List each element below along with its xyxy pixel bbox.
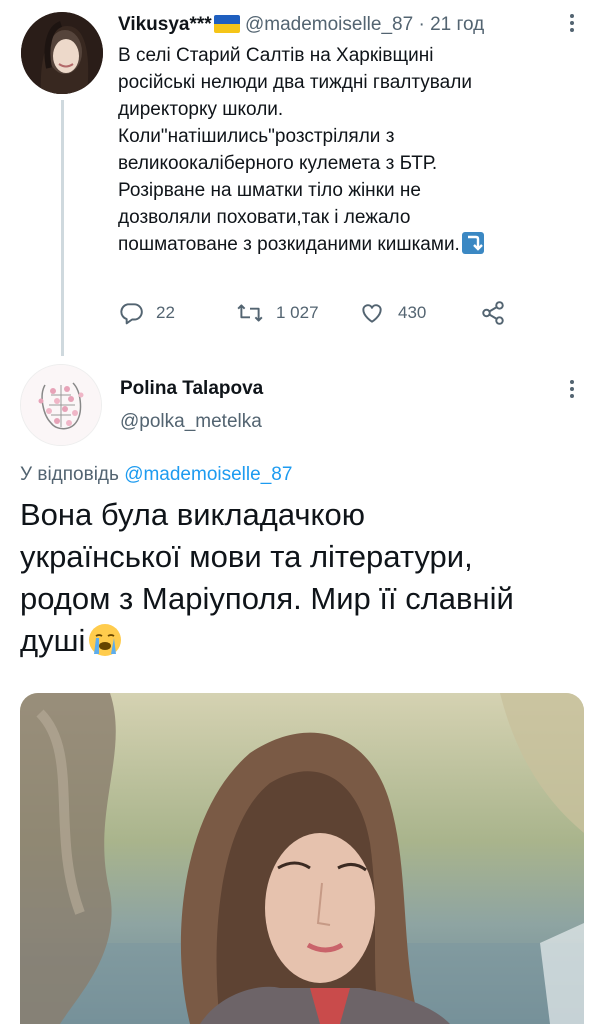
like-button[interactable]: 430	[358, 297, 426, 329]
tweet-header: Vikusya*** @mademoiselle_87 · 21 год	[118, 12, 588, 40]
ukraine-flag-icon	[213, 15, 240, 33]
more-icon[interactable]	[562, 10, 582, 40]
tweet-text-line: В селі Старий Салтів на Харківщині	[118, 45, 434, 66]
user-handle[interactable]: @polka_metelka	[120, 409, 262, 435]
avatar-drawing	[21, 365, 101, 445]
photo-image	[20, 693, 584, 1024]
tweet-photo[interactable]	[20, 693, 584, 1024]
separator-dot: ·	[418, 14, 425, 35]
reply-icon	[120, 303, 143, 325]
share-button[interactable]	[480, 297, 518, 329]
reply-button[interactable]: 22	[118, 297, 175, 329]
tweet-text: В селі Старий Салтів на Харківщині росій…	[118, 42, 588, 258]
tweet-text-line: душі	[20, 623, 86, 658]
tweet-text-line: дозволяли поховати,так і лежало	[118, 207, 411, 228]
reply-count: 22	[156, 303, 175, 322]
arrow-down-emoji-icon	[461, 232, 484, 254]
reply-context: У відповідь @mademoiselle_87	[20, 462, 292, 488]
display-name[interactable]: Polina Talapova	[120, 376, 263, 402]
tweet-text: Вона була викладачкою української мови т…	[20, 494, 590, 662]
tweet-text-line: Розірване на шматки тіло жінки не	[118, 180, 421, 201]
avatar-photo	[21, 12, 103, 94]
share-icon	[482, 301, 504, 325]
like-count: 430	[398, 303, 427, 322]
retweet-icon	[237, 304, 263, 322]
tweet-time[interactable]: 21 год	[430, 14, 484, 35]
reply-handle-link[interactable]: @mademoiselle_87	[124, 464, 292, 485]
tweet-text-line: російські нелюди два тиждні гвалтували	[118, 72, 472, 93]
tweet-text-line: Вона була викладачкою	[20, 497, 365, 532]
heart-icon	[362, 304, 382, 323]
crying-face-emoji-icon	[89, 624, 122, 656]
tweet-text-line: пошматоване з розкиданими кишками.	[118, 234, 460, 255]
reply-prefix: У відповідь	[20, 464, 119, 485]
tweet-text-line: Коли"натішились"розстріляли з	[118, 126, 395, 147]
tweet-text-line: родом з Маріуполя. Мир її славній	[20, 581, 514, 616]
avatar[interactable]	[21, 12, 103, 94]
retweet-count: 1 027	[276, 303, 319, 322]
more-icon[interactable]	[562, 376, 582, 406]
retweet-button[interactable]: 1 027	[236, 297, 319, 329]
display-name[interactable]: Vikusya***	[118, 14, 212, 35]
thread-line	[61, 100, 64, 356]
user-handle[interactable]: @mademoiselle_87	[245, 14, 413, 35]
tweet-text-line: великоокаліберного кулемета з БТР.	[118, 153, 438, 174]
tweet-text-line: директорку школи.	[118, 99, 284, 120]
tweet-text-line: української мови та літератури,	[20, 539, 473, 574]
avatar[interactable]	[20, 364, 102, 446]
